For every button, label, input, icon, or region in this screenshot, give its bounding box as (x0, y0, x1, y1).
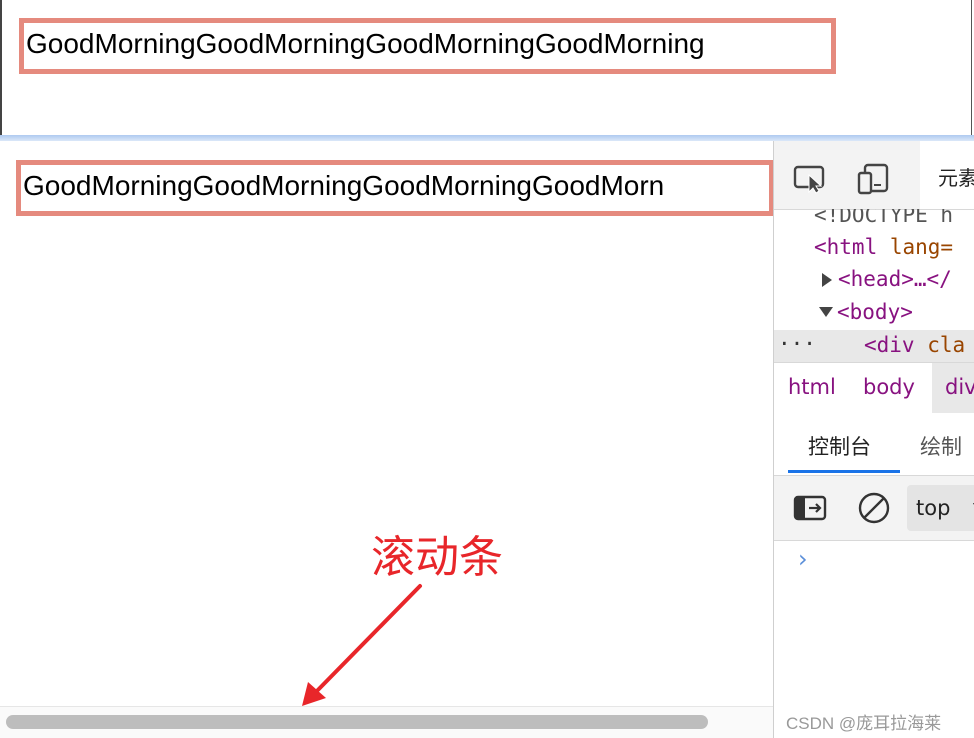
sidebar-toggle-icon[interactable] (790, 488, 830, 528)
head-rest: …</ (913, 267, 952, 291)
html-tag: <html (814, 235, 878, 259)
dom-head[interactable]: <head>…</ (822, 269, 952, 290)
top-text-box: GoodMorningGoodMorningGoodMorningGoodMor… (19, 18, 836, 74)
tab-console[interactable]: 控制台 (808, 431, 871, 461)
horizontal-scrollbar[interactable] (0, 706, 773, 738)
watermark: CSDN @庞耳拉海莱 (786, 714, 942, 733)
context-value: top (916, 496, 951, 520)
collapse-triangle-icon[interactable] (819, 307, 833, 317)
inspect-element-icon[interactable] (790, 159, 830, 199)
annotation-label: 滚动条 (371, 532, 503, 583)
breadcrumb-body[interactable]: body (863, 375, 915, 399)
active-tab-indicator (788, 470, 900, 473)
device-toolbar-icon[interactable] (854, 159, 894, 199)
dom-html[interactable]: <html lang= (814, 237, 953, 258)
bottom-text-box[interactable]: GoodMorningGoodMorningGoodMorningGoodMor… (16, 160, 774, 216)
drawer-tabs: 控制台 绘制 (774, 413, 974, 475)
dom-selected-div[interactable]: ··· <div cla (774, 330, 974, 362)
div-tag: <div (864, 333, 915, 357)
top-panel-edge (971, 0, 972, 136)
head-tag: <head> (838, 267, 914, 291)
breadcrumb: html body div (774, 362, 974, 414)
doctype-text: <!DOCTYPE h (814, 209, 954, 227)
dom-doctype[interactable]: <!DOCTYPE h (814, 209, 953, 226)
breadcrumb-div[interactable]: div (945, 375, 974, 399)
div-attr: cla (914, 333, 966, 357)
screenshot-stage: GoodMorningGoodMorningGoodMorningGoodMor… (0, 0, 974, 738)
devtools-toolbar: 元素 (774, 141, 974, 210)
breadcrumb-html[interactable]: html (788, 375, 836, 399)
annotation-arrow (302, 584, 422, 706)
more-dots-icon[interactable]: ··· (778, 332, 816, 356)
body-tag: <body> (837, 300, 913, 324)
top-text: GoodMorningGoodMorningGoodMorningGoodMor… (26, 28, 705, 59)
dom-tree: <!DOCTYPE h <html lang= <head>…</ <body> (774, 209, 974, 337)
expand-triangle-icon[interactable] (822, 273, 832, 287)
console-toolbar: top ▼ (774, 475, 974, 541)
console-prompt-icon[interactable]: › (798, 545, 808, 573)
bottom-text: GoodMorningGoodMorningGoodMorningGoodMor… (23, 170, 665, 201)
dom-body[interactable]: <body> (819, 302, 913, 323)
tab-elements[interactable]: 元素 (920, 141, 974, 209)
devtools-panel: 元素 <!DOCTYPE h <html lang= <head>…</ <bo… (773, 141, 974, 738)
clear-console-icon[interactable] (854, 488, 894, 528)
context-select[interactable]: top ▼ (907, 485, 974, 531)
tab-rendering[interactable]: 绘制 (920, 431, 962, 461)
html-attr: lang= (877, 235, 954, 259)
scrollbar-thumb[interactable] (6, 715, 708, 729)
